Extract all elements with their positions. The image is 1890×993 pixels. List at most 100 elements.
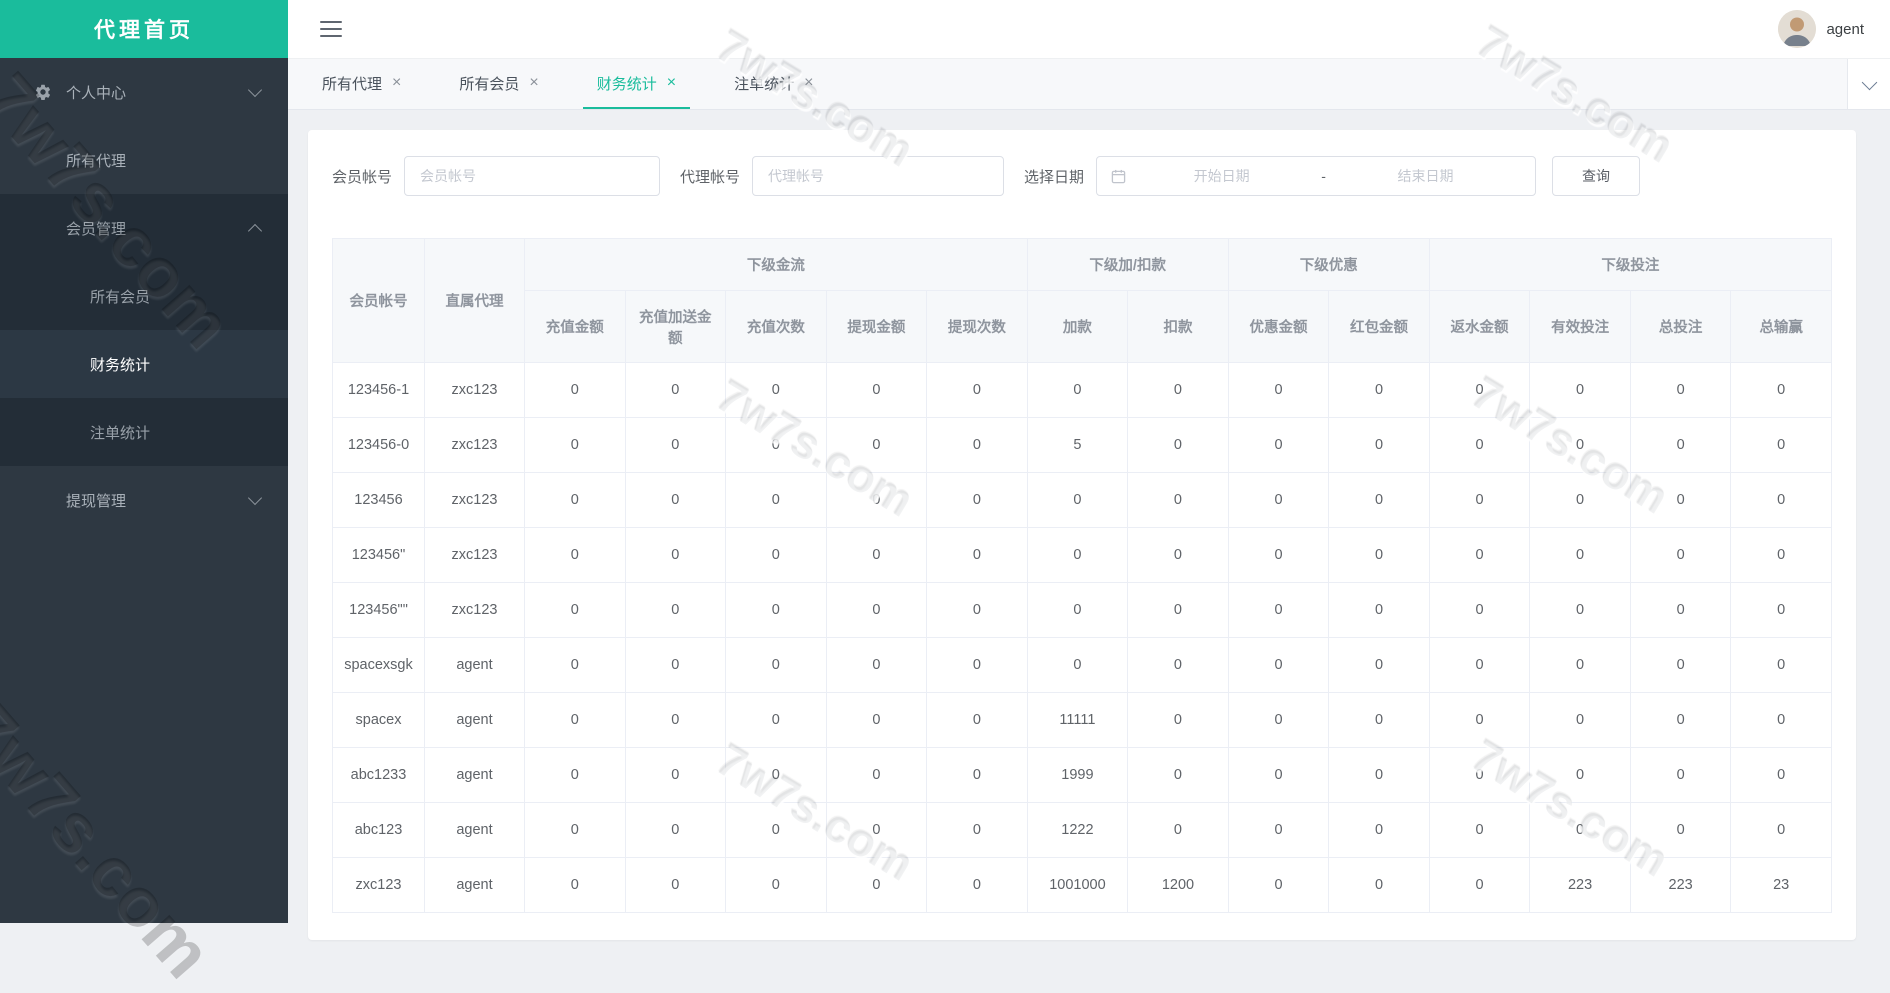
sidebar-item-label: 所有会员	[90, 288, 151, 306]
table-cell: 0	[1529, 362, 1631, 418]
table-cell: 0	[1328, 747, 1430, 803]
search-button[interactable]: 查询	[1552, 156, 1641, 196]
table-cell: 0	[1127, 747, 1229, 803]
table-cell: 23	[1730, 857, 1832, 913]
table-cell: 0	[624, 417, 727, 473]
table-cell: 0	[825, 747, 928, 803]
table-cell: spacex	[332, 692, 425, 748]
sidebar-item-finance-stats[interactable]: 财务统计	[0, 330, 288, 398]
table-cell: 0	[1629, 747, 1732, 803]
table-cell: 0	[825, 582, 928, 638]
table-cell: 0	[725, 417, 827, 473]
tab-label: 所有会员	[459, 75, 520, 93]
table-cell: 0	[1127, 802, 1229, 858]
table-cell: 0	[725, 857, 827, 913]
table-cell: 0	[926, 692, 1028, 748]
table-cell: 0	[1328, 857, 1430, 913]
table-cell: 0	[624, 857, 727, 913]
table-cell: 0	[1328, 527, 1430, 583]
table-cell: abc1233	[332, 747, 425, 803]
table-cell: 0	[1328, 802, 1430, 858]
col-header-direct-agent: 直属代理	[424, 238, 525, 363]
table-cell: 0	[725, 582, 827, 638]
table-cell: 0	[1428, 692, 1531, 748]
tab-all-members[interactable]: 所有会员 ×	[445, 59, 552, 109]
sidebar-item-member-management[interactable]: 会员管理	[0, 194, 288, 262]
tab-dropdown-toggle[interactable]	[1847, 59, 1890, 109]
sidebar-item-order-stats[interactable]: 注单统计	[0, 398, 288, 466]
table-cell: 0	[926, 527, 1028, 583]
agent-account-input[interactable]	[752, 156, 1005, 196]
table-cell: 0	[926, 747, 1028, 803]
table-cell: 0	[1227, 417, 1330, 473]
table-cell: 0	[1227, 637, 1330, 693]
table-cell: 0	[725, 637, 827, 693]
sidebar-item-all-agents[interactable]: 所有代理	[0, 126, 288, 194]
table-cell: 0	[1428, 527, 1531, 583]
table-cell: 0	[926, 802, 1028, 858]
table-cell: 0	[1529, 802, 1631, 858]
table-cell: 0	[1529, 747, 1631, 803]
table-cell: 0	[524, 472, 626, 528]
table-cell: 0	[1127, 692, 1229, 748]
sidebar-item-personal-center[interactable]: 个人中心	[0, 58, 288, 126]
table-cell: 123456"	[332, 527, 425, 583]
date-range-picker[interactable]: 开始日期 - 结束日期	[1096, 156, 1537, 196]
tab-close-icon[interactable]: ×	[529, 75, 538, 91]
table-cell: 0	[524, 527, 626, 583]
table-cell: abc123	[332, 802, 425, 858]
avatar	[1778, 10, 1817, 48]
table-cell: 0	[624, 747, 727, 803]
table-cell: 0	[1730, 802, 1832, 858]
table-cell: 0	[1127, 472, 1229, 528]
col-header-add-funds: 加款	[1026, 290, 1129, 363]
table-cell: 0	[1127, 417, 1229, 473]
tab-close-icon[interactable]: ×	[804, 75, 813, 91]
table-cell: 0	[926, 362, 1028, 418]
calendar-icon	[1111, 169, 1126, 183]
hamburger-menu-icon[interactable]	[320, 16, 342, 42]
table-cell: 223	[1629, 857, 1732, 913]
col-header-rebate-amount: 返水金额	[1428, 290, 1531, 363]
table-cell: 0	[1026, 472, 1129, 528]
table-cell: 0	[524, 802, 626, 858]
tab-order-stats[interactable]: 注单统计 ×	[720, 59, 827, 109]
agent-account-label: 代理帐号	[680, 168, 741, 186]
table-cell: 0	[1026, 362, 1129, 418]
table-cell: agent	[424, 802, 525, 858]
table-cell: 0	[1227, 362, 1330, 418]
table-cell: zxc123	[424, 527, 525, 583]
col-header-deposit-amount: 充值金额	[524, 290, 626, 363]
col-header-deposit-bonus: 充值加送金额	[624, 290, 727, 363]
date-end-placeholder[interactable]: 结束日期	[1330, 166, 1521, 186]
tab-close-icon[interactable]: ×	[392, 75, 401, 91]
tab-all-agents[interactable]: 所有代理 ×	[308, 59, 415, 109]
table-cell: 0	[825, 692, 928, 748]
col-header-withdraw-count: 提现次数	[926, 290, 1028, 363]
table-cell: 0	[524, 857, 626, 913]
table-cell: 0	[1730, 692, 1832, 748]
table-cell: 0	[1730, 582, 1832, 638]
table-cell: 123456	[332, 472, 425, 528]
table-cell: 0	[926, 637, 1028, 693]
table-cell: 0	[1428, 637, 1531, 693]
table-cell: 0	[1127, 362, 1229, 418]
col-group-add-deduct: 下级加/扣款	[1026, 238, 1229, 291]
tab-finance-stats[interactable]: 财务统计 ×	[582, 59, 691, 109]
member-account-input[interactable]	[404, 156, 661, 196]
sidebar-item-withdrawal-management[interactable]: 提现管理	[0, 466, 288, 534]
table-cell: 0	[1730, 362, 1832, 418]
table-row: spacexsgk agent 0 0 0 0 0 0 0 0 0 0 0 0 0	[332, 637, 1832, 693]
table-cell: 0	[1227, 692, 1330, 748]
table-cell: spacexsgk	[332, 637, 425, 693]
table-row: spacex agent 0 0 0 0 0 11111 0 0 0 0 0 0 0	[332, 692, 1832, 748]
chevron-up-icon	[247, 223, 263, 239]
chevron-down-icon	[247, 490, 263, 506]
user-menu[interactable]: agent	[1778, 10, 1864, 48]
date-start-placeholder[interactable]: 开始日期	[1126, 166, 1317, 186]
tab-close-icon[interactable]: ×	[667, 75, 676, 91]
table-row: abc1233 agent 0 0 0 0 0 1999 0 0 0 0 0 0 0	[332, 747, 1832, 803]
sidebar-item-all-members[interactable]: 所有会员	[0, 262, 288, 330]
table-cell: 0	[1529, 417, 1631, 473]
table-cell: 0	[1227, 857, 1330, 913]
